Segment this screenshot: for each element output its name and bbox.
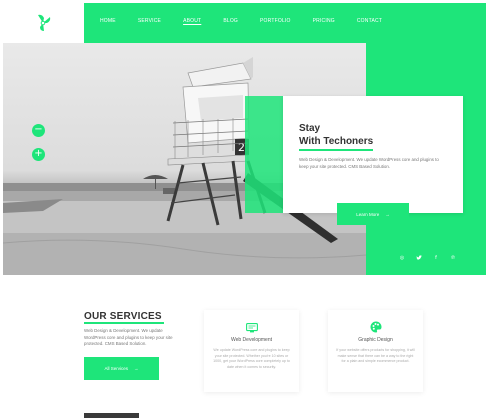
social-links: ◎ f ℗: [399, 255, 456, 263]
nav-item-home[interactable]: HOME: [100, 18, 116, 24]
service-name: Web Development: [230, 337, 273, 343]
twitter-icon[interactable]: [416, 255, 422, 263]
service-card-web-development[interactable]: Web Development We update WordPress core…: [204, 310, 299, 392]
pinterest-icon[interactable]: ℗: [450, 255, 456, 263]
footer-peek: [84, 413, 139, 418]
nav-item-service[interactable]: SERVICE: [138, 18, 161, 24]
services-description: Web Design & Development. We update Word…: [84, 328, 173, 346]
services-title: OUR SERVICES: [84, 311, 162, 322]
nav-item-about[interactable]: ABOUT: [183, 18, 201, 24]
nav-item-portfolio[interactable]: PORTFOLIO: [260, 18, 291, 24]
all-services-label: All Services: [104, 366, 128, 371]
service-description: If your website offers products for shop…: [336, 348, 415, 363]
facebook-icon[interactable]: f: [433, 255, 439, 263]
hero-card-description: Web Design & Development. We update Word…: [299, 157, 439, 169]
hero-card: Stay With Techoners Web Design & Develop…: [283, 96, 463, 213]
arrow-right-icon: →: [385, 211, 390, 217]
learn-more-label: Learn More: [356, 211, 380, 217]
service-card-graphic-design[interactable]: Graphic Design If your website offers pr…: [328, 310, 423, 392]
nav-item-contact[interactable]: CONTACT: [357, 18, 382, 24]
propeller-logo-icon: [38, 14, 51, 31]
services-title-underline: [84, 322, 164, 324]
hero-title-line1: Stay: [299, 123, 321, 134]
service-description: We update WordPress core and plugins to …: [213, 348, 290, 369]
slider-next-button[interactable]: +: [32, 148, 45, 161]
slider-prev-button[interactable]: −: [32, 124, 45, 137]
card-accent-overlay: [245, 96, 283, 213]
service-name: Graphic Design: [358, 337, 393, 343]
main-nav: HOME SERVICE ABOUT BLOG PORTFOLIO PRICIN…: [100, 18, 404, 24]
learn-more-button[interactable]: Learn More →: [337, 203, 409, 225]
arrow-right-icon: →: [134, 366, 139, 371]
all-services-button[interactable]: All Services →: [84, 357, 159, 380]
instagram-icon[interactable]: ◎: [399, 255, 405, 263]
hero-title-line2: With Techoners: [299, 135, 374, 151]
nav-item-pricing[interactable]: PRICING: [313, 18, 335, 24]
monitor-icon: [204, 320, 299, 338]
hero-card-title: Stay With Techoners: [299, 122, 374, 151]
nav-item-blog[interactable]: BLOG: [223, 18, 238, 24]
logo[interactable]: [3, 3, 83, 43]
palette-icon: [328, 320, 423, 338]
landing-page: HOME SERVICE ABOUT BLOG PORTFOLIO PRICIN…: [0, 0, 489, 418]
